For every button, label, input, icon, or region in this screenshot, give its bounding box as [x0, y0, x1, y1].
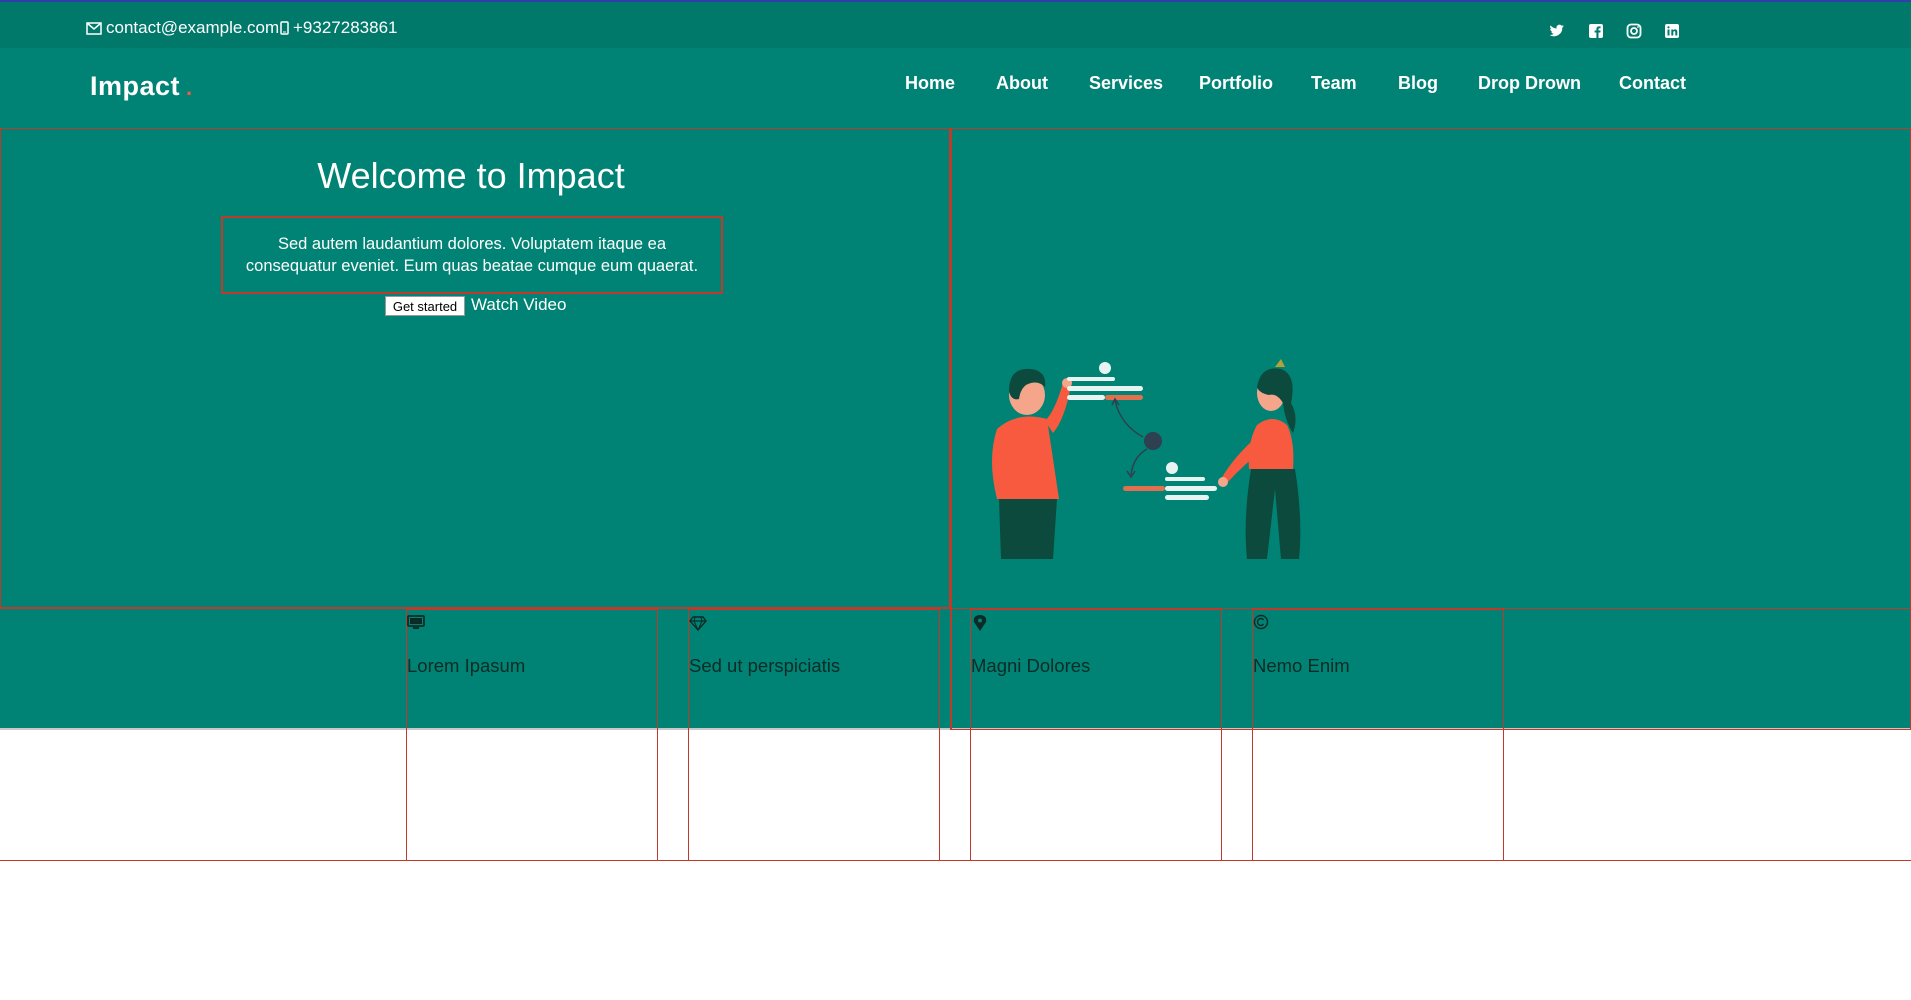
email-text: contact@example.com	[106, 18, 280, 37]
feature-card[interactable]: Lorem Ipasum	[406, 609, 658, 861]
feature-card[interactable]: Magni Dolores	[970, 609, 1222, 861]
nav-blog[interactable]: Blog	[1398, 73, 1438, 94]
envelope-icon	[86, 21, 102, 35]
feature-title: Lorem Ipasum	[407, 655, 526, 676]
hero-description: Sed autem laudantium dolores. Voluptatem…	[221, 216, 723, 294]
nav-about[interactable]: About	[996, 73, 1048, 94]
instagram-icon[interactable]	[1625, 22, 1643, 40]
logo-dot: .	[186, 75, 193, 100]
top-bar: contact@example.com +9327283861	[0, 2, 1911, 48]
map-pin-icon	[973, 615, 987, 631]
section-bottom-line	[0, 860, 1911, 861]
hero-illustration	[992, 359, 1301, 559]
email-link[interactable]: contact@example.com	[86, 18, 279, 38]
nav-services[interactable]: Services	[1089, 73, 1163, 94]
facebook-icon[interactable]	[1587, 22, 1605, 40]
feature-card[interactable]: Nemo Enim	[1252, 609, 1504, 861]
nav-drop-down[interactable]: Drop Drown	[1478, 73, 1581, 94]
site-header: Impact. Home About Services Portfolio Te…	[0, 48, 1911, 128]
nav-team[interactable]: Team	[1311, 73, 1357, 94]
hero-section: Welcome to Impact Sed autem laudantium d…	[0, 128, 1911, 730]
copyright-icon	[1253, 614, 1269, 630]
hero-content: Welcome to Impact Sed autem laudantium d…	[0, 128, 950, 608]
watch-video-link[interactable]: Watch Video	[471, 295, 566, 315]
get-started-button[interactable]: Get started	[385, 296, 465, 316]
feature-divider	[0, 608, 1911, 609]
phone-link[interactable]: +9327283861	[280, 18, 397, 38]
linkedin-icon[interactable]	[1663, 22, 1681, 40]
hero-title: Welcome to Impact	[317, 155, 625, 196]
logo[interactable]: Impact.	[90, 71, 193, 102]
nav-portfolio[interactable]: Portfolio	[1199, 73, 1273, 94]
feature-title: Sed ut perspiciatis	[689, 655, 841, 676]
phone-icon	[280, 21, 289, 35]
nav-contact[interactable]: Contact	[1619, 73, 1686, 94]
phone-text: +9327283861	[293, 18, 398, 37]
logo-text: Impact	[90, 71, 181, 101]
gem-icon	[689, 616, 707, 632]
twitter-icon[interactable]	[1548, 22, 1566, 40]
feature-title: Magni Dolores	[971, 655, 1091, 676]
feature-title: Nemo Enim	[1253, 655, 1350, 676]
feature-card[interactable]: Sed ut perspiciatis	[688, 609, 940, 861]
nav-home[interactable]: Home	[905, 73, 955, 94]
monitor-icon	[407, 615, 425, 629]
